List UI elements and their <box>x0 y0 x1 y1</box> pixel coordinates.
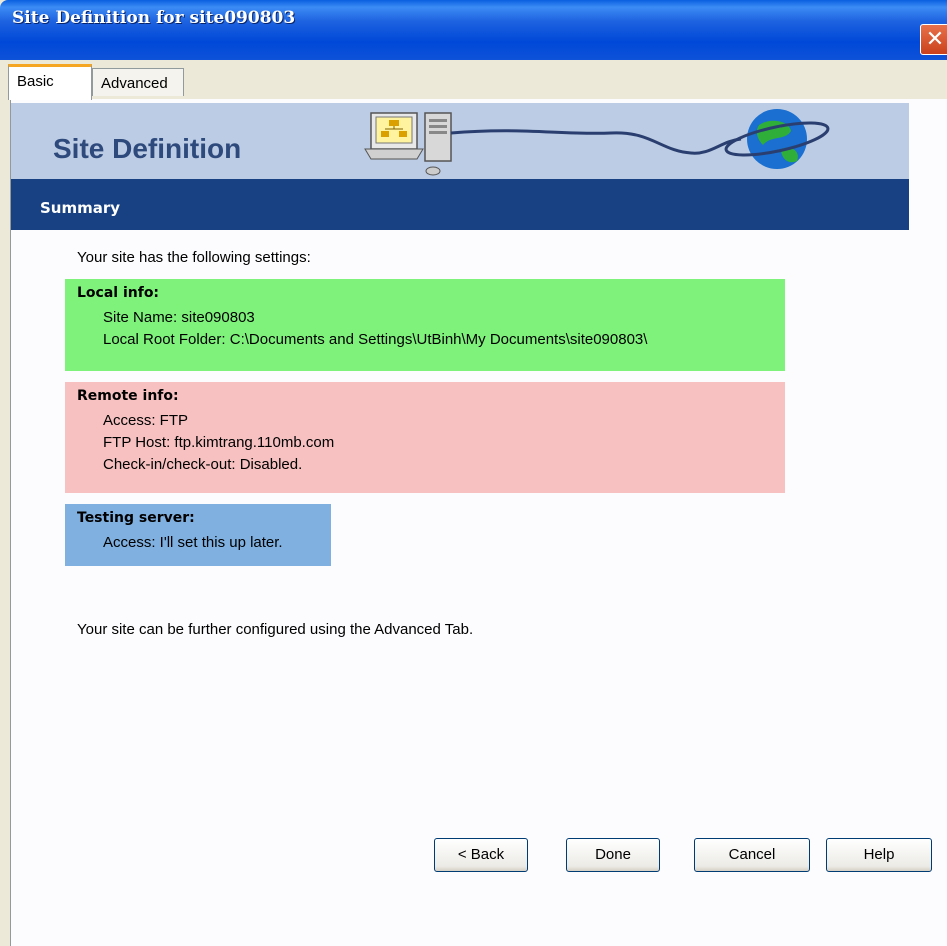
window-title: Site Definition for site090803 <box>12 8 296 28</box>
tab-basic[interactable]: Basic <box>8 64 92 100</box>
network-computer-globe-icon <box>364 109 830 176</box>
site-name-line: Site Name: site090803 <box>103 309 255 326</box>
remote-info-heading: Remote info: <box>77 388 179 404</box>
testing-server-heading: Testing server: <box>77 510 195 526</box>
cancel-button[interactable]: Cancel <box>694 838 810 872</box>
done-button[interactable]: Done <box>566 838 660 872</box>
help-button[interactable]: Help <box>826 838 932 872</box>
ftp-host-line: FTP Host: ftp.kimtrang.110mb.com <box>103 434 335 451</box>
testing-server-box: Testing server: Access: I'll set this up… <box>65 504 331 566</box>
advanced-tab-note: Your site can be further configured usin… <box>77 621 474 638</box>
tab-advanced[interactable]: Advanced <box>92 68 184 96</box>
remote-info-box: Remote info: Access: FTP FTP Host: ftp.k… <box>65 382 785 493</box>
close-icon[interactable]: ✕ <box>920 24 947 55</box>
intro-text: Your site has the following settings: <box>77 249 311 266</box>
check-in-out-line: Check-in/check-out: Disabled. <box>103 456 303 473</box>
tab-content-panel: Site Definition Summary Your site has th… <box>10 99 947 946</box>
local-info-heading: Local info: <box>77 285 160 301</box>
site-definition-banner: Site Definition <box>11 103 909 179</box>
banner-title: Site Definition <box>53 133 242 164</box>
summary-header: Summary <box>11 179 909 230</box>
remote-access-line: Access: FTP <box>103 412 189 429</box>
back-button[interactable]: < Back <box>434 838 528 872</box>
local-info-box: Local info: Site Name: site090803 Local … <box>65 279 785 371</box>
local-root-folder-line: Local Root Folder: C:\Documents and Sett… <box>103 331 648 348</box>
summary-title: Summary <box>40 199 121 217</box>
site-definition-dialog: Site Definition for site090803 ✕ Basic A… <box>0 0 947 946</box>
title-bar: Site Definition for site090803 ✕ <box>0 0 947 60</box>
tab-strip: Basic Advanced <box>8 62 947 100</box>
testing-access-line: Access: I'll set this up later. <box>103 534 283 551</box>
